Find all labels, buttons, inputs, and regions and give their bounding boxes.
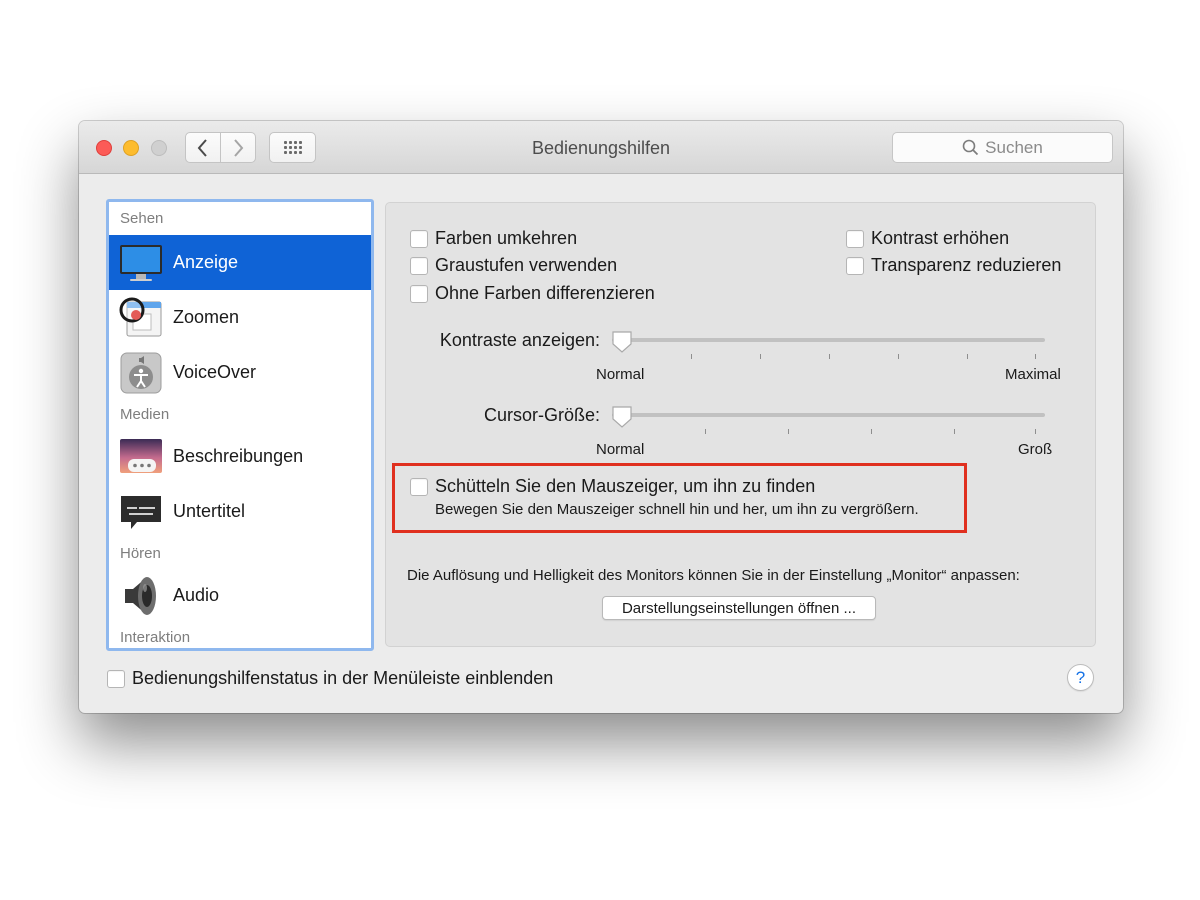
cursor-slider-knob[interactable] [611, 405, 633, 429]
voiceover-icon [119, 351, 163, 395]
contrast-max-label: Maximal [1005, 366, 1061, 383]
cursor-max-label: Groß [1018, 441, 1053, 458]
section-header-interaktion: Interaktion [120, 629, 191, 646]
display-icon [119, 241, 163, 285]
contrast-slider-knob[interactable] [611, 330, 633, 354]
checkbox-label: Farben umkehren [435, 228, 578, 248]
checkbox-box[interactable] [410, 477, 428, 496]
cursor-tick [1035, 429, 1036, 434]
shake-to-locate-checkbox[interactable]: Schütteln Sie den Mauszeiger, um ihn zu … [410, 476, 815, 497]
preferences-window: Bedienungshilfen Suchen Sehen Anzeige Zo… [79, 121, 1123, 713]
checkbox-label: Ohne Farben differenzieren [435, 283, 655, 303]
open-display-settings-button[interactable]: Darstellungseinstellungen öffnen ... [602, 596, 876, 620]
contrast-tick [967, 354, 968, 359]
contrast-tick [898, 354, 899, 359]
checkbox-box[interactable] [410, 284, 428, 303]
cursor-slider-track[interactable] [612, 413, 1045, 417]
title-bar: Bedienungshilfen Suchen [79, 121, 1123, 174]
invert-colors-checkbox[interactable]: Farben umkehren [410, 228, 577, 249]
checkbox-box[interactable] [846, 229, 864, 248]
differentiate-without-color-checkbox[interactable]: Ohne Farben differenzieren [410, 283, 655, 304]
monitor-hint: Die Auflösung und Helligkeit des Monitor… [407, 567, 1020, 584]
category-sidebar[interactable]: Sehen Anzeige Zoomen VoiceOver Medien Be… [106, 199, 374, 651]
help-button[interactable]: ? [1067, 664, 1094, 691]
checkbox-box[interactable] [410, 229, 428, 248]
sidebar-item-voiceover[interactable]: VoiceOver [109, 345, 371, 400]
search-icon [962, 139, 979, 156]
sidebar-item-label: Anzeige [173, 252, 239, 272]
contrast-slider-track[interactable] [612, 338, 1045, 342]
section-header-hoeren: Hören [120, 545, 161, 562]
sidebar-item-label: Beschreibungen [173, 446, 304, 466]
checkbox-label: Schütteln Sie den Mauszeiger, um ihn zu … [435, 476, 816, 496]
cursor-tick [705, 429, 706, 434]
section-header-medien: Medien [120, 406, 170, 423]
contrast-tick [1035, 354, 1036, 359]
section-header-sehen: Sehen [120, 210, 164, 227]
cursor-slider-label: Cursor-Größe: [483, 405, 600, 425]
checkbox-label: Transparenz reduzieren [871, 255, 1062, 275]
contrast-tick [691, 354, 692, 359]
cursor-tick [954, 429, 955, 434]
speaker-icon [119, 574, 163, 618]
search-field[interactable]: Suchen [892, 132, 1113, 163]
cursor-tick [871, 429, 872, 434]
sidebar-item-anzeige[interactable]: Anzeige [109, 235, 371, 290]
sidebar-item-beschreibungen[interactable]: Beschreibungen [109, 429, 371, 484]
cursor-min-label: Normal [596, 441, 645, 458]
sidebar-item-label: Audio [173, 585, 220, 605]
checkbox-label: Bedienungshilfenstatus in der Menüleiste… [132, 668, 554, 688]
checkbox-box[interactable] [846, 256, 864, 275]
sidebar-item-label: Untertitel [173, 501, 246, 521]
captions-icon [119, 490, 163, 534]
contrast-tick [829, 354, 830, 359]
sidebar-item-zoomen[interactable]: Zoomen [109, 290, 371, 345]
increase-contrast-checkbox[interactable]: Kontrast erhöhen [846, 228, 1009, 249]
checkbox-label: Kontrast erhöhen [871, 228, 1010, 248]
grayscale-checkbox[interactable]: Graustufen verwenden [410, 255, 617, 276]
sidebar-item-label: Zoomen [173, 307, 240, 327]
checkbox-box[interactable] [410, 256, 428, 275]
checkbox-box[interactable] [107, 669, 125, 688]
sidebar-item-audio[interactable]: Audio [109, 568, 371, 623]
contrast-tick [760, 354, 761, 359]
search-placeholder: Suchen [985, 137, 1043, 157]
shake-highlight-box [392, 463, 967, 533]
cursor-tick [788, 429, 789, 434]
contrast-slider-label: Kontraste anzeigen: [439, 330, 600, 350]
sidebar-item-untertitel[interactable]: Untertitel [109, 484, 371, 539]
contrast-min-label: Normal [596, 366, 645, 383]
sidebar-item-label: VoiceOver [173, 362, 257, 382]
reduce-transparency-checkbox[interactable]: Transparenz reduzieren [846, 255, 1061, 276]
show-menu-status-checkbox[interactable]: Bedienungshilfenstatus in der Menüleiste… [107, 668, 553, 689]
zoom-icon [119, 296, 163, 340]
shake-description: Bewegen Sie den Mauszeiger schnell hin u… [435, 501, 919, 518]
descriptions-icon [119, 435, 163, 479]
checkbox-label: Graustufen verwenden [435, 255, 618, 275]
